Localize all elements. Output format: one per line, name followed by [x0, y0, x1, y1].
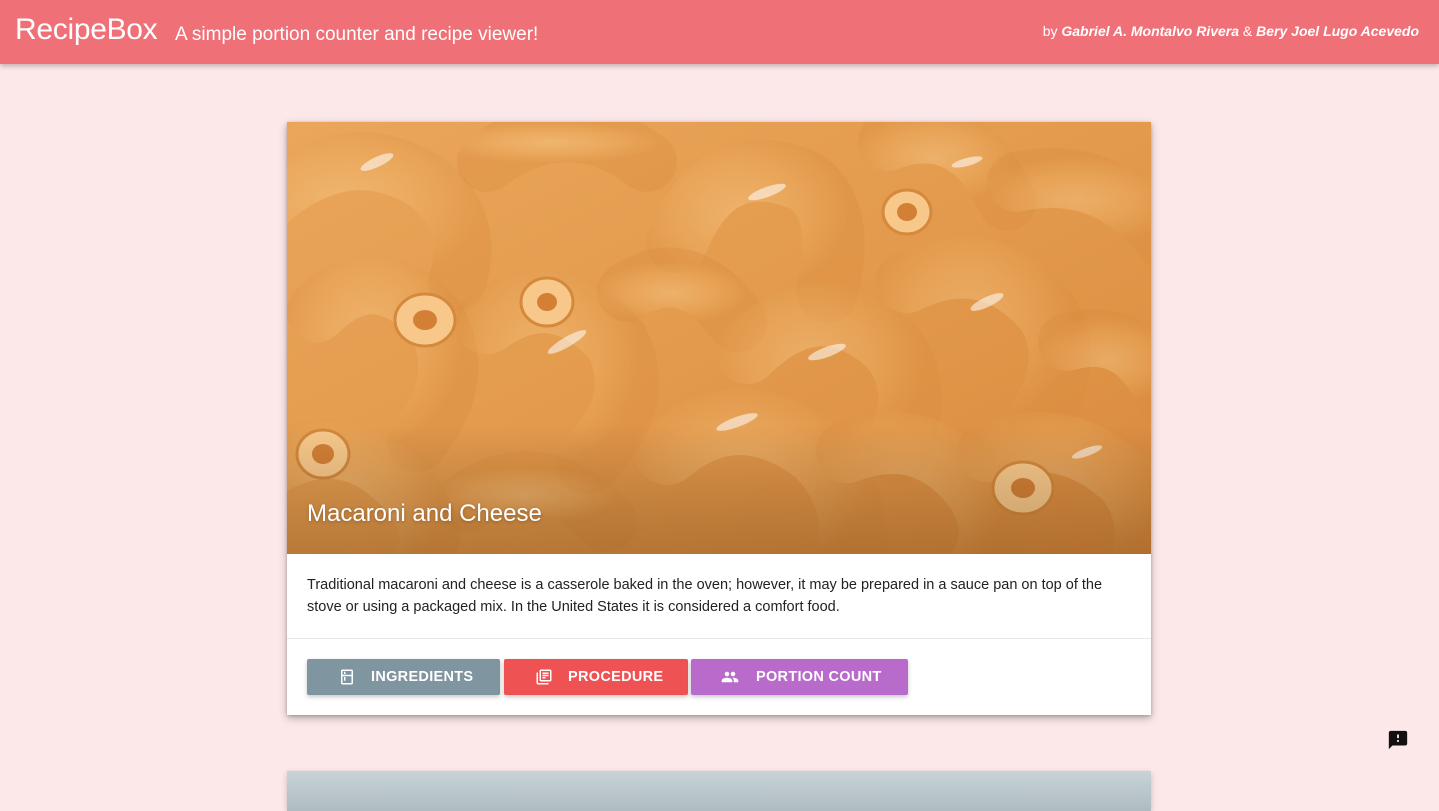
macaroni-photo — [287, 122, 1151, 554]
portion-count-label: PORTION COUNT — [756, 669, 882, 685]
recipe-description: Traditional macaroni and cheese is a cas… — [307, 577, 1103, 615]
procedure-button[interactable]: PROCEDURE — [504, 659, 688, 695]
app-tagline: A simple portion counter and recipe view… — [175, 24, 539, 45]
recipe-image: Macaroni and Cheese — [287, 122, 1151, 554]
next-recipe-card[interactable] — [287, 771, 1151, 811]
fridge-icon — [341, 669, 353, 685]
portion-count-button[interactable]: PORTION COUNT — [691, 659, 908, 695]
procedure-label: PROCEDURE — [568, 669, 664, 685]
ingredients-button[interactable]: INGREDIENTS — [307, 659, 500, 695]
author-credit: by Gabriel A. Montalvo Rivera & Bery Joe… — [1043, 23, 1419, 39]
library-books-icon — [536, 669, 552, 685]
byline-prefix: by — [1042, 23, 1058, 39]
app-header: RecipeBox A simple portion counter and r… — [0, 0, 1439, 64]
card-divider — [287, 638, 1151, 639]
author-name-2: Bery Joel Lugo Acevedo — [1256, 23, 1419, 39]
people-icon — [721, 671, 739, 683]
recipe-card: Macaroni and Cheese Traditional macaroni… — [287, 122, 1151, 715]
author-name-1: Gabriel A. Montalvo Rivera — [1061, 23, 1240, 39]
byline-ampersand: & — [1242, 23, 1253, 39]
app-brand[interactable]: RecipeBox — [15, 13, 158, 47]
recipe-title: Macaroni and Cheese — [307, 500, 542, 527]
feedback-icon[interactable] — [1387, 729, 1409, 751]
ingredients-label: INGREDIENTS — [371, 669, 474, 685]
